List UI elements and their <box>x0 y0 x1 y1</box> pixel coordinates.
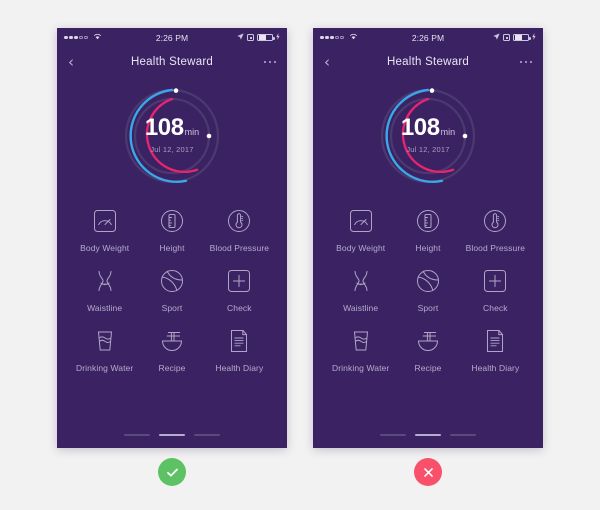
rotation-lock-icon <box>503 34 510 41</box>
waist-icon <box>89 265 120 296</box>
grid-item-label: Body Weight <box>80 243 130 253</box>
grid-item-label: Drinking Water <box>332 363 390 373</box>
grid-item-label: Check <box>227 303 252 313</box>
page-indicator-dash[interactable] <box>124 434 150 436</box>
grid-item-check[interactable]: Check <box>462 265 529 313</box>
grid-item-label: Waistline <box>343 303 379 313</box>
status-bar: 2:26 PM <box>57 28 287 47</box>
document-icon <box>224 325 255 356</box>
grid-item-recipe[interactable]: Recipe <box>138 325 205 373</box>
ball-icon <box>412 265 443 296</box>
grid-item-label: Blood Pressure <box>465 243 526 253</box>
grid-item-label: Height <box>159 243 185 253</box>
grid-item-label: Body Weight <box>336 243 386 253</box>
water-glass-icon <box>345 325 376 356</box>
activity-ring: 108min Jul 12, 2017 <box>313 77 543 195</box>
grid-item-label: Health Diary <box>471 363 520 373</box>
page-indicator-dash[interactable] <box>380 434 406 436</box>
grid-item-recipe[interactable]: Recipe <box>394 325 461 373</box>
noodle-bowl-icon <box>412 325 443 356</box>
grid-item-label: Check <box>483 303 508 313</box>
grid-item-sport[interactable]: Sport <box>394 265 461 313</box>
noodle-bowl-icon <box>156 325 187 356</box>
grid-item-label: Sport <box>417 303 439 313</box>
phone-mockup-left: 2:26 PM ‹ Health Steward 108min Jul 12, … <box>57 28 287 448</box>
feature-grid: Body Weight Height Blood Pressure Waistl… <box>313 195 543 373</box>
page-indicator-dash[interactable] <box>450 434 476 436</box>
grid-item-label: Drinking Water <box>76 363 134 373</box>
thermometer-icon <box>224 205 255 236</box>
grid-item-waistline[interactable]: Waistline <box>71 265 138 313</box>
page-title: Health Steward <box>386 56 470 68</box>
plus-square-icon <box>224 265 255 296</box>
grid-item-body-weight[interactable]: Body Weight <box>71 205 138 253</box>
scale-icon <box>89 205 120 236</box>
navigation-bar: ‹ Health Steward <box>57 47 287 77</box>
comparison-stage: 2:26 PM ‹ Health Steward 108min Jul 12, … <box>0 0 600 510</box>
grid-item-drinking-water[interactable]: Drinking Water <box>327 325 394 373</box>
grid-item-blood-pressure[interactable]: Blood Pressure <box>206 205 273 253</box>
verdict-badge-correct <box>158 458 186 486</box>
check-circle-icon <box>166 468 178 477</box>
grid-item-body-weight[interactable]: Body Weight <box>327 205 394 253</box>
water-glass-icon <box>89 325 120 356</box>
thermometer-icon <box>480 205 511 236</box>
scale-icon <box>345 205 376 236</box>
plus-square-icon <box>480 265 511 296</box>
activity-ring: 108min Jul 12, 2017 <box>57 77 287 195</box>
grid-item-drinking-water[interactable]: Drinking Water <box>71 325 138 373</box>
status-bar: 2:26 PM <box>313 28 543 47</box>
page-indicator-dash-active[interactable] <box>159 434 185 436</box>
ruler-icon <box>412 205 443 236</box>
activity-ring-graphic <box>380 88 476 184</box>
document-icon <box>480 325 511 356</box>
grid-item-blood-pressure[interactable]: Blood Pressure <box>462 205 529 253</box>
battery-icon <box>513 33 531 42</box>
more-options-button[interactable] <box>519 60 532 64</box>
page-title: Health Steward <box>130 56 214 68</box>
grid-item-health-diary[interactable]: Health Diary <box>206 325 273 373</box>
grid-item-waistline[interactable]: Waistline <box>327 265 394 313</box>
rotation-lock-icon <box>247 34 254 41</box>
page-indicator <box>313 434 543 436</box>
page-indicator <box>57 434 287 436</box>
grid-item-label: Health Diary <box>215 363 264 373</box>
grid-item-label: Height <box>415 243 441 253</box>
waist-icon <box>345 265 376 296</box>
grid-item-label: Sport <box>161 303 183 313</box>
grid-item-height[interactable]: Height <box>138 205 205 253</box>
battery-icon <box>257 33 275 42</box>
grid-item-label: Blood Pressure <box>209 243 270 253</box>
ruler-icon <box>156 205 187 236</box>
grid-item-height[interactable]: Height <box>394 205 461 253</box>
grid-item-label: Recipe <box>158 363 186 373</box>
activity-ring-graphic <box>124 88 220 184</box>
phone-mockup-right: 2:26 PM ‹ Health Steward 108min Jul 12, … <box>313 28 543 448</box>
grid-item-check[interactable]: Check <box>206 265 273 313</box>
page-indicator-dash[interactable] <box>194 434 220 436</box>
verdict-badge-incorrect <box>414 458 442 486</box>
grid-item-label: Recipe <box>414 363 442 373</box>
grid-item-sport[interactable]: Sport <box>138 265 205 313</box>
page-indicator-dash-active[interactable] <box>415 434 441 436</box>
more-options-button[interactable] <box>263 60 276 64</box>
navigation-bar: ‹ Health Steward <box>313 47 543 77</box>
ball-icon <box>156 265 187 296</box>
grid-item-health-diary[interactable]: Health Diary <box>462 325 529 373</box>
cross-circle-icon <box>423 467 433 477</box>
feature-grid: Body Weight Height Blood Pressure Waistl… <box>57 195 287 373</box>
grid-item-label: Waistline <box>87 303 123 313</box>
